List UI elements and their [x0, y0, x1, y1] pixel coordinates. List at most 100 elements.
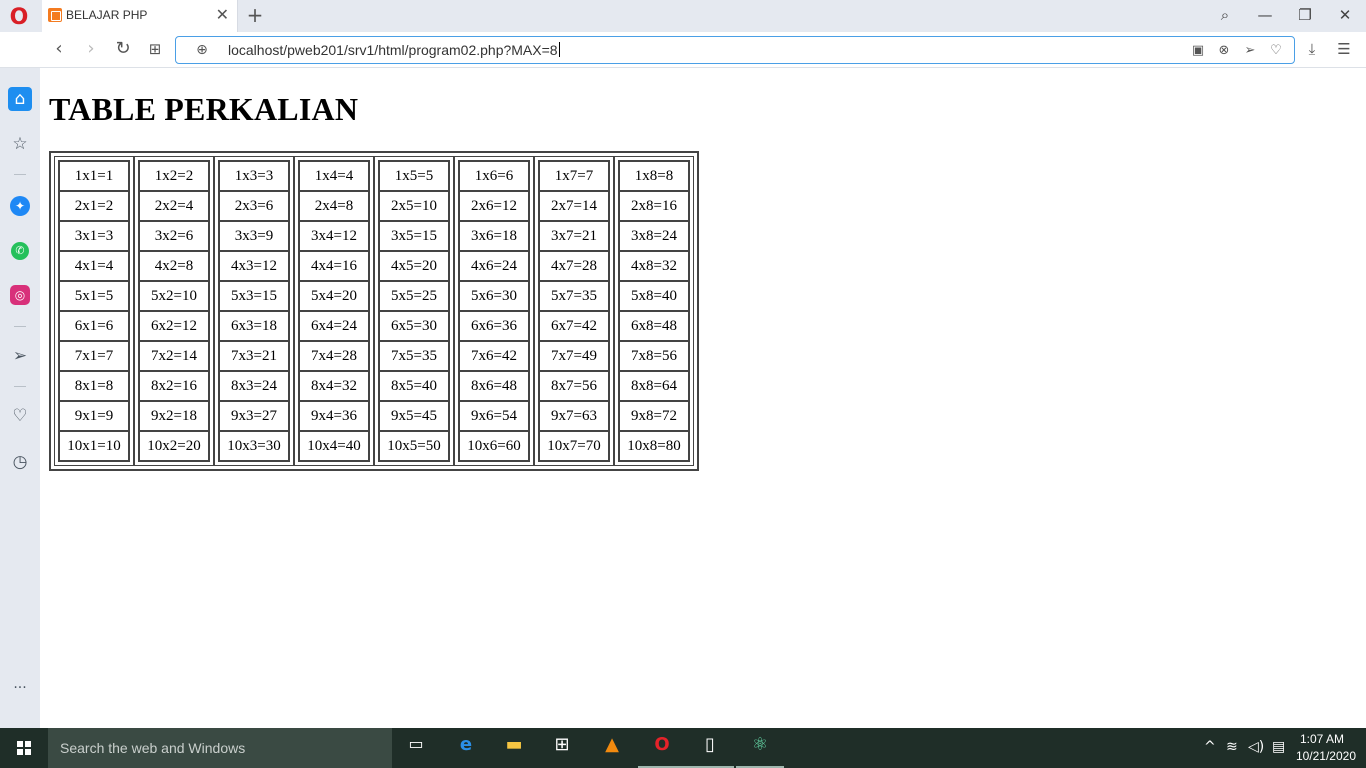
- taskbar-search-box[interactable]: Search the web and Windows: [48, 728, 392, 768]
- table-row: 5x8=40: [619, 281, 689, 311]
- table-column-cell: 1x5=5 2x5=10 3x5=15 4x5=20 5x5=25 6x5=30 7x5=3…: [374, 156, 454, 466]
- column-table: 1x6=6 2x6=12 3x6=18 4x6=24 5x6=30 6x6=36 7x6=4…: [458, 160, 530, 462]
- table-cell: 9x4=36: [299, 401, 369, 431]
- camera-icon[interactable]: ▣: [1188, 41, 1208, 61]
- file-explorer-icon[interactable]: ▬: [500, 734, 528, 762]
- table-row: 7x3=21: [219, 341, 289, 371]
- forward-button[interactable]: ›: [79, 37, 103, 61]
- table-row: 3x6=18: [459, 221, 529, 251]
- table-row: 3x3=9: [219, 221, 289, 251]
- table-cell: 7x7=49: [539, 341, 609, 371]
- url-input[interactable]: localhost/pweb201/srv1/html/program02.ph…: [228, 42, 560, 58]
- opera-logo-icon[interactable]: O: [6, 5, 32, 31]
- table-cell: 10x6=60: [459, 431, 529, 461]
- address-bar[interactable]: ⊕ localhost/pweb201/srv1/html/program02.…: [175, 36, 1295, 64]
- network-icon[interactable]: ≋: [1226, 739, 1238, 755]
- download-icon[interactable]: ⤓: [1300, 37, 1324, 61]
- table-row: 10x3=30: [219, 431, 289, 461]
- table-row: 5x3=15: [219, 281, 289, 311]
- table-column-cell: 1x7=7 2x7=14 3x7=21 4x7=28 5x7=35 6x7=42 7x7=4…: [534, 156, 614, 466]
- tab-close-icon[interactable]: ✕: [216, 6, 229, 24]
- send-icon[interactable]: ➢: [8, 344, 32, 368]
- start-button[interactable]: [0, 728, 48, 768]
- notification-icon[interactable]: ▤: [1272, 739, 1285, 755]
- instagram-icon[interactable]: ◎: [10, 285, 30, 305]
- taskbar: Search the web and Windows ▭ e ▬ ⊞ ▲ O ▯…: [0, 728, 1366, 768]
- browser-tab[interactable]: BELAJAR PHP ✕: [42, 0, 238, 32]
- new-tab-button[interactable]: +: [244, 4, 266, 26]
- messenger-icon[interactable]: ✦: [10, 196, 30, 216]
- table-row: 3x2=6: [139, 221, 209, 251]
- heart-icon[interactable]: ♡: [8, 404, 32, 428]
- table-cell: 6x8=48: [619, 311, 689, 341]
- tab-grid-button[interactable]: ⊞: [143, 37, 167, 61]
- more-icon[interactable]: ···: [8, 676, 32, 700]
- table-row: 10x7=70: [539, 431, 609, 461]
- table-cell: 9x3=27: [219, 401, 289, 431]
- table-row: 5x4=20: [299, 281, 369, 311]
- table-column-cell: 1x6=6 2x6=12 3x6=18 4x6=24 5x6=30 6x6=36 7x6=4…: [454, 156, 534, 466]
- table-cell: 4x5=20: [379, 251, 449, 281]
- table-row: 9x6=54: [459, 401, 529, 431]
- table-row: 9x7=63: [539, 401, 609, 431]
- table-row: 4x8=32: [619, 251, 689, 281]
- opera-icon[interactable]: O: [648, 734, 676, 762]
- send-icon[interactable]: ➢: [1240, 41, 1260, 61]
- whatsapp-icon[interactable]: ✆: [11, 242, 29, 260]
- reload-button[interactable]: ↻: [111, 37, 135, 61]
- vlc-icon[interactable]: ▲: [598, 734, 626, 762]
- edge-icon[interactable]: e: [452, 734, 480, 762]
- table-cell: 1x2=2: [139, 161, 209, 191]
- page-content: TABLE PERKALIAN 1x1=1 2x1=2 3x1=3 4x1=4 5x1=…: [40, 69, 1366, 728]
- volume-icon[interactable]: ◁): [1248, 739, 1264, 755]
- minimize-button[interactable]: —: [1252, 4, 1278, 26]
- tab-title: BELAJAR PHP: [66, 8, 148, 22]
- table-cell: 7x1=7: [59, 341, 129, 371]
- multiplication-table: 1x1=1 2x1=2 3x1=3 4x1=4 5x1=5 6x1=6 7x1=7 8x1=8…: [49, 151, 699, 471]
- table-cell: 6x4=24: [299, 311, 369, 341]
- table-row: 7x4=28: [299, 341, 369, 371]
- table-cell: 3x7=21: [539, 221, 609, 251]
- table-row: 10x4=40: [299, 431, 369, 461]
- atom-icon[interactable]: ⚛: [746, 734, 774, 762]
- home-icon[interactable]: ⌂: [8, 87, 32, 111]
- restore-button[interactable]: ❐: [1292, 4, 1318, 26]
- table-cell: 4x2=8: [139, 251, 209, 281]
- chevron-up-icon[interactable]: ^: [1204, 739, 1216, 755]
- table-row: 8x2=16: [139, 371, 209, 401]
- block-icon[interactable]: ⊗: [1214, 41, 1234, 61]
- table-row: 6x5=30: [379, 311, 449, 341]
- close-window-button[interactable]: ✕: [1332, 4, 1358, 26]
- history-icon[interactable]: ◷: [8, 450, 32, 474]
- table-cell: 1x4=4: [299, 161, 369, 191]
- heart-icon[interactable]: ♡: [1266, 41, 1286, 61]
- file-icon[interactable]: ▯: [696, 734, 724, 762]
- windows-logo-icon: [17, 741, 31, 755]
- table-cell: 3x4=12: [299, 221, 369, 251]
- table-row: 9x1=9: [59, 401, 129, 431]
- table-column-cell: 1x4=4 2x4=8 3x4=12 4x4=16 5x4=20 6x4=24 7x4=28…: [294, 156, 374, 466]
- column-table: 1x8=8 2x8=16 3x8=24 4x8=32 5x8=40 6x8=48 7x8=5…: [618, 160, 690, 462]
- table-row: 6x1=6: [59, 311, 129, 341]
- table-cell: 2x8=16: [619, 191, 689, 221]
- table-cell: 1x1=1: [59, 161, 129, 191]
- table-row: 2x5=10: [379, 191, 449, 221]
- table-cell: 5x8=40: [619, 281, 689, 311]
- clock-time[interactable]: 1:07 AM: [1300, 732, 1344, 746]
- settings-icon[interactable]: ☰: [1332, 37, 1356, 61]
- star-icon[interactable]: ☆: [8, 132, 32, 156]
- table-cell: 10x2=20: [139, 431, 209, 461]
- table-row: 3x5=15: [379, 221, 449, 251]
- store-icon[interactable]: ⊞: [548, 734, 576, 762]
- sidebar-divider: [14, 386, 26, 387]
- back-button[interactable]: ‹: [47, 37, 71, 61]
- table-cell: 3x2=6: [139, 221, 209, 251]
- task-view-icon[interactable]: ▭: [402, 734, 430, 762]
- table-cell: 9x2=18: [139, 401, 209, 431]
- table-row: 8x5=40: [379, 371, 449, 401]
- clock-date[interactable]: 10/21/2020: [1296, 749, 1356, 763]
- column-table: 1x2=2 2x2=4 3x2=6 4x2=8 5x2=10 6x2=12 7x2=14 8x…: [138, 160, 210, 462]
- table-cell: 8x3=24: [219, 371, 289, 401]
- search-tabs-icon[interactable]: ⌕: [1212, 4, 1238, 26]
- table-cell: 3x3=9: [219, 221, 289, 251]
